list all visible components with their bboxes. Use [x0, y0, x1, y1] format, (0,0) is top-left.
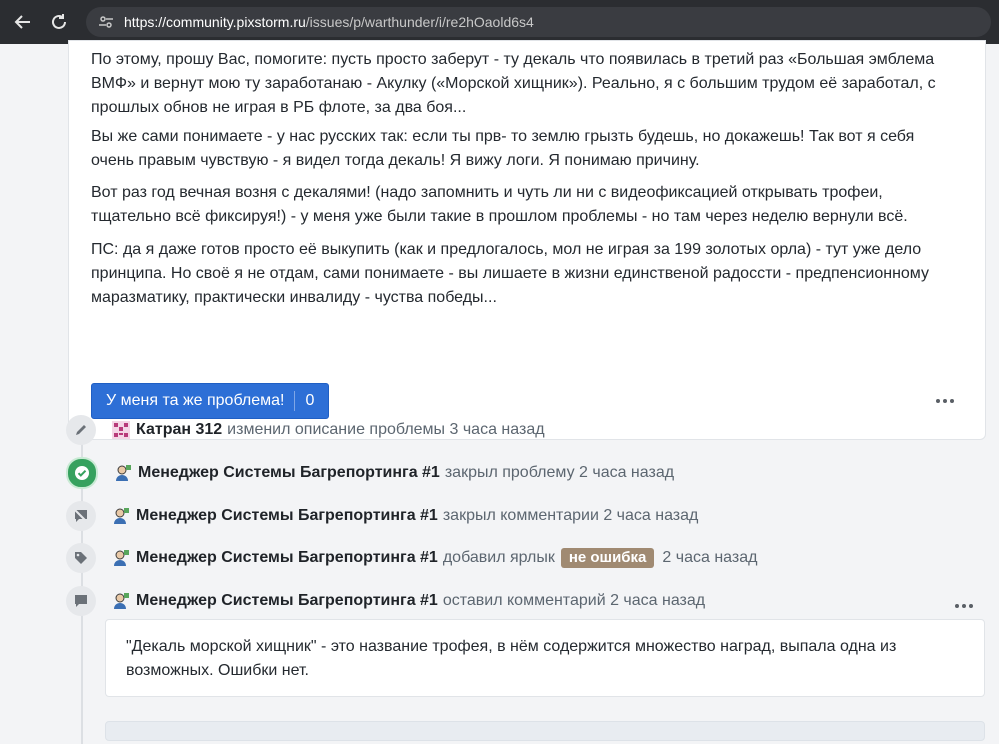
reload-button[interactable] — [44, 7, 74, 37]
same-problem-count: 0 — [305, 392, 315, 409]
event-user[interactable]: Менеджер Системы Багрепортинга #1 — [136, 507, 438, 525]
reload-icon — [52, 14, 66, 29]
manager-avatar — [114, 508, 129, 524]
page-content: По этому, прошу Вас, помогите: пусть про… — [0, 40, 999, 744]
manager-avatar — [116, 465, 131, 481]
issue-paragraph: Вы же сами понимаете - у нас русских так… — [91, 128, 915, 169]
timeline-event: Менеджер Системы Багрепортинга #1 остави… — [66, 586, 705, 616]
button-divider — [294, 391, 296, 411]
url-host: https://community.pixstorm.ru — [124, 14, 306, 30]
event-action: закрыл проблему 2 часа назад — [444, 464, 675, 481]
same-problem-label: У меня та же проблема! — [106, 392, 285, 409]
back-button[interactable] — [8, 7, 38, 37]
comments-off-icon — [66, 501, 96, 531]
address-bar[interactable]: https://community.pixstorm.ru /issues/p/… — [86, 7, 991, 37]
manager-avatar — [114, 593, 129, 609]
arrow-left-icon — [14, 15, 30, 29]
timeline-event: Менеджер Системы Багрепортинга #1 добави… — [66, 543, 757, 573]
event-time: 2 часа назад — [662, 549, 758, 566]
event-action: оставил комментарий 2 часа назад — [442, 592, 706, 609]
event-user[interactable]: Менеджер Системы Багрепортинга #1 — [136, 592, 438, 610]
timeline-event: Катран 312 изменил описание проблемы 3 ч… — [66, 415, 545, 445]
event-action: закрыл комментарии 2 часа назад — [442, 507, 699, 524]
event-user[interactable]: Менеджер Системы Багрепортинга #1 — [136, 549, 438, 567]
issue-paragraph: ПС: да я даже готов просто её выкупить (… — [91, 241, 929, 306]
comment-text: "Декаль морской хищник" - это название т… — [126, 638, 897, 679]
event-action: изменил описание проблемы 3 часа назад — [227, 421, 545, 438]
event-action: добавил ярлык — [442, 549, 555, 566]
site-settings-icon[interactable] — [98, 13, 116, 31]
label-chip[interactable]: не ошибка — [560, 548, 655, 568]
next-block-edge — [105, 721, 985, 741]
event-user[interactable]: Катран 312 — [136, 421, 222, 439]
avatar — [112, 421, 130, 439]
comment-icon — [66, 586, 96, 616]
browser-toolbar: https://community.pixstorm.ru /issues/p/… — [0, 0, 999, 44]
comment-more-options-icon[interactable] — [952, 598, 976, 614]
tag-icon — [66, 543, 96, 573]
url-path: /issues/p/warthunder/i/re2hOaold6s4 — [305, 14, 534, 30]
comment-card: "Декаль морской хищник" - это название т… — [105, 619, 985, 697]
check-circle-icon — [66, 457, 98, 489]
issue-paragraph: Вот раз год вечная возня с декалями! (на… — [91, 184, 908, 225]
timeline-event: Менеджер Системы Багрепортинга #1 закрыл… — [66, 457, 675, 489]
issue-more-options-icon[interactable] — [933, 393, 957, 409]
issue-card: По этому, прошу Вас, помогите: пусть про… — [68, 40, 986, 440]
event-user[interactable]: Менеджер Системы Багрепортинга #1 — [138, 464, 440, 482]
issue-paragraph: По этому, прошу Вас, помогите: пусть про… — [91, 51, 936, 116]
manager-avatar — [114, 550, 129, 566]
timeline-event: Менеджер Системы Багрепортинга #1 закрыл… — [66, 501, 698, 531]
same-problem-button[interactable]: У меня та же проблема! 0 — [91, 383, 330, 419]
pencil-icon — [66, 415, 96, 445]
